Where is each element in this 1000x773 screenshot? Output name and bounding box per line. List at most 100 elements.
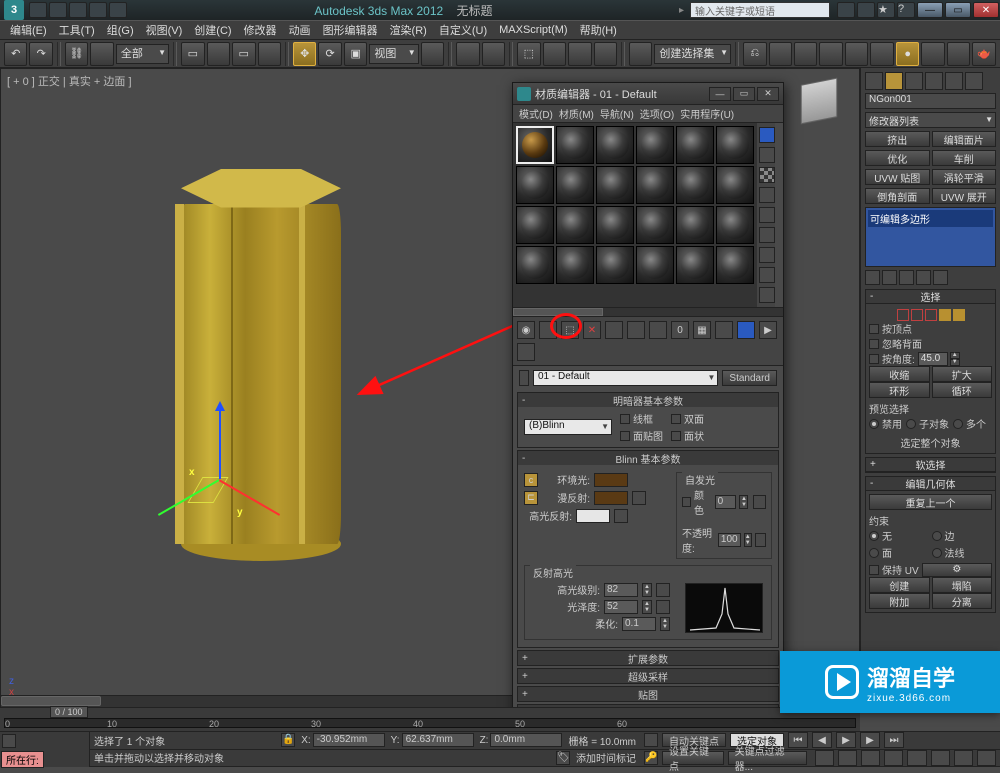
render-icon[interactable]: 🫖 — [972, 42, 995, 66]
sample-slot[interactable] — [676, 166, 714, 204]
qat-button[interactable] — [89, 2, 107, 18]
menu-help[interactable]: 帮助(H) — [576, 20, 621, 40]
material-type-button[interactable]: Standard — [722, 370, 777, 386]
chk-facemap[interactable] — [620, 431, 630, 441]
edge-icon[interactable] — [911, 309, 923, 321]
snap-icon[interactable]: ⬚ — [517, 42, 540, 66]
sample-slot[interactable] — [516, 246, 554, 284]
grow-button[interactable]: 扩大 — [932, 366, 993, 382]
radio-none[interactable] — [869, 531, 879, 541]
chk-selfillum-color[interactable] — [682, 497, 691, 507]
move-icon[interactable]: ✥ — [293, 42, 316, 66]
create-button[interactable]: 创建 — [869, 577, 930, 593]
menu-edit[interactable]: 编辑(E) — [6, 20, 51, 40]
element-icon[interactable] — [953, 309, 965, 321]
ambient-lock-icon[interactable]: c — [524, 473, 538, 487]
rollout-softsel-header[interactable]: 软选择 — [866, 458, 995, 472]
speclevel-map-icon[interactable] — [656, 583, 670, 597]
sample-slot[interactable] — [636, 166, 674, 204]
menu-tools[interactable]: 工具(T) — [55, 20, 99, 40]
create-tab-icon[interactable] — [865, 72, 883, 90]
nav-icon[interactable] — [884, 750, 903, 766]
material-editor-window[interactable]: 材质编辑器 - 01 - Default — ▭ ✕ 模式(D) 材质(M) 导… — [512, 82, 784, 727]
mod-button[interactable]: 涡轮平滑 — [932, 169, 997, 185]
exchange-icon[interactable] — [857, 2, 875, 18]
shader-dropdown[interactable]: (B)Blinn — [524, 419, 612, 435]
modifier-stack[interactable]: 可编辑多边形 — [865, 207, 996, 267]
specular-swatch[interactable] — [576, 509, 610, 523]
shrink-button[interactable]: 收缩 — [869, 366, 930, 382]
radio-face[interactable] — [869, 548, 879, 558]
sample-slot[interactable] — [556, 246, 594, 284]
me-minimize-button[interactable]: — — [709, 87, 731, 101]
stack-item[interactable]: 可编辑多边形 — [868, 210, 993, 227]
sample-slot[interactable] — [716, 206, 754, 244]
pivot-icon[interactable] — [421, 42, 444, 66]
z-coord-input[interactable]: 0.0mm — [490, 733, 562, 747]
ambient-swatch[interactable] — [594, 473, 628, 487]
graphite-icon[interactable] — [819, 42, 842, 66]
redo-icon[interactable]: ↷ — [29, 42, 52, 66]
backlight-icon[interactable] — [759, 147, 775, 163]
time-slider[interactable]: 0 / 100 0 10 20 30 40 50 60 — [0, 707, 860, 731]
selfillum-map-icon[interactable] — [753, 495, 766, 509]
rollout-super-header[interactable]: 超级采样 — [518, 669, 778, 683]
menu-grapheditors[interactable]: 图形编辑器 — [319, 20, 382, 40]
separate-button[interactable]: 分离 — [932, 593, 993, 609]
make-unique-icon[interactable] — [627, 321, 645, 339]
get-material-icon[interactable]: ◉ — [517, 321, 535, 339]
gloss-spinner[interactable]: 52 — [604, 600, 638, 614]
close-button[interactable]: ✕ — [973, 2, 999, 18]
settings-icon[interactable]: ⚙ — [922, 563, 992, 577]
ring-button[interactable]: 环形 — [869, 382, 930, 398]
layers-icon[interactable] — [794, 42, 817, 66]
me-menu-mode[interactable]: 模式(D) — [519, 106, 553, 121]
keyfilter-button[interactable]: 关键点过滤器... — [728, 751, 807, 765]
radio-off[interactable] — [869, 419, 879, 429]
nav-icon[interactable] — [838, 750, 857, 766]
sample-slot[interactable] — [516, 206, 554, 244]
sample-slot[interactable] — [636, 126, 674, 164]
display-tab-icon[interactable] — [945, 72, 963, 90]
collapse-button[interactable]: 塌陷 — [932, 577, 993, 593]
menu-create[interactable]: 创建(C) — [190, 20, 235, 40]
sample-uv-icon[interactable] — [759, 187, 775, 203]
sample-slot[interactable] — [716, 166, 754, 204]
script-listener-icon[interactable] — [2, 734, 16, 748]
sample-slot[interactable] — [716, 126, 754, 164]
unique-icon[interactable] — [899, 270, 914, 285]
pick-from-obj-icon[interactable] — [517, 343, 535, 361]
repeat-button[interactable]: 重复上一个 — [869, 494, 992, 510]
background-icon[interactable] — [759, 167, 775, 183]
minimize-button[interactable]: — — [917, 2, 943, 18]
rotate-icon[interactable]: ⟳ — [318, 42, 341, 66]
mod-button[interactable]: UVW 展开 — [932, 188, 997, 204]
chk-vertex[interactable] — [869, 324, 879, 334]
utilities-tab-icon[interactable] — [965, 72, 983, 90]
options-icon[interactable] — [759, 247, 775, 263]
sample-type-icon[interactable] — [759, 127, 775, 143]
align-icon[interactable] — [769, 42, 792, 66]
rollout-maps-header[interactable]: 贴图 — [518, 687, 778, 701]
menu-maxscript[interactable]: MAXScript(M) — [495, 22, 571, 38]
diffuse-map-icon[interactable] — [632, 491, 646, 505]
put-to-scene-icon[interactable] — [539, 321, 557, 339]
nav-icon[interactable] — [931, 750, 950, 766]
material-name-input[interactable]: 01 - Default — [533, 370, 718, 386]
scale-icon[interactable]: ▣ — [344, 42, 367, 66]
mod-button[interactable]: 车削 — [932, 150, 997, 166]
me-maximize-button[interactable]: ▭ — [733, 87, 755, 101]
qat-button[interactable] — [29, 2, 47, 18]
chk-wire[interactable] — [620, 414, 630, 424]
window-crossing-icon[interactable] — [258, 42, 281, 66]
menu-customize[interactable]: 自定义(U) — [435, 20, 491, 40]
speclevel-spinner[interactable]: 82 — [604, 583, 638, 597]
object-name-input[interactable]: NGon001 — [865, 93, 996, 109]
help-icon[interactable]: ? — [897, 2, 915, 18]
radio-sub[interactable] — [906, 419, 916, 429]
sample-slot[interactable] — [516, 126, 554, 164]
select-by-mat-icon[interactable] — [759, 267, 775, 283]
x-coord-input[interactable]: -30.952mm — [313, 733, 385, 747]
rollout-selection-header[interactable]: 选择 — [866, 290, 995, 304]
mod-button[interactable]: 编辑面片 — [932, 131, 997, 147]
